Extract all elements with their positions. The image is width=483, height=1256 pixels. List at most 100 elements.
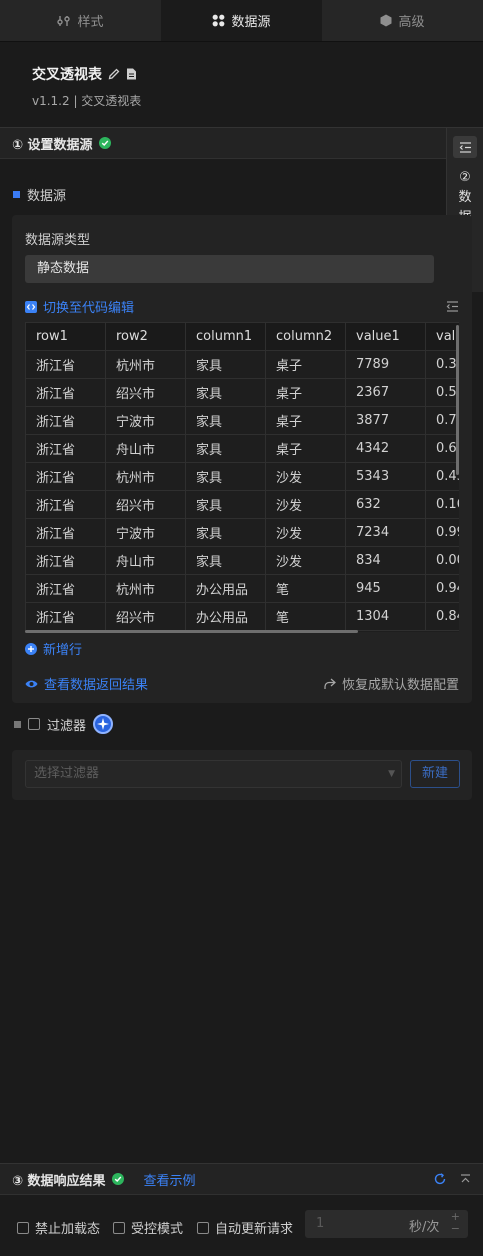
table-cell[interactable]: 杭州市 bbox=[105, 574, 186, 603]
table-horizontal-scrollbar[interactable] bbox=[25, 630, 358, 633]
table-cell[interactable]: 沙发 bbox=[265, 546, 346, 575]
table-cell[interactable]: 家具 bbox=[185, 378, 266, 407]
refresh-icon[interactable] bbox=[434, 1173, 446, 1185]
table-cell[interactable]: 宁波市 bbox=[105, 406, 186, 435]
table-cell[interactable]: 家具 bbox=[185, 490, 266, 519]
table-cell[interactable]: 桌子 bbox=[265, 350, 346, 379]
view-example-link[interactable]: 查看示例 bbox=[144, 1170, 196, 1189]
table-cell[interactable]: 浙江省 bbox=[25, 350, 106, 379]
table-cell[interactable]: 浙江省 bbox=[25, 434, 106, 463]
controlled-mode-option[interactable]: 受控模式 bbox=[113, 1218, 183, 1237]
table-cell[interactable]: 834 bbox=[345, 546, 426, 575]
table-cell[interactable]: 家具 bbox=[185, 546, 266, 575]
table-cell[interactable]: 浙江省 bbox=[25, 546, 106, 575]
table-cell[interactable]: 浙江省 bbox=[25, 602, 106, 631]
table-cell[interactable]: 绍兴市 bbox=[105, 490, 186, 519]
collapse-panel-button[interactable] bbox=[453, 136, 477, 158]
controlled-mode-checkbox[interactable] bbox=[113, 1221, 125, 1234]
table-cell[interactable]: 杭州市 bbox=[105, 462, 186, 491]
table-cell[interactable]: 家具 bbox=[185, 406, 266, 435]
table-cell[interactable]: 家具 bbox=[185, 518, 266, 547]
table-cell[interactable]: 0.43 bbox=[425, 462, 459, 491]
section-setup-title: ① 设置数据源 bbox=[12, 137, 93, 153]
auto-update-checkbox[interactable] bbox=[197, 1221, 209, 1234]
table-cell[interactable]: 浙江省 bbox=[25, 378, 106, 407]
stepper-icon[interactable]: + − bbox=[451, 1211, 460, 1235]
interval-input[interactable]: 1 秒/次 + − bbox=[305, 1210, 468, 1238]
table-cell[interactable]: 0.77 bbox=[425, 406, 459, 435]
table-cell[interactable]: 绍兴市 bbox=[105, 378, 186, 407]
tab-datasource-label: 数据源 bbox=[231, 15, 271, 30]
column-header[interactable]: value1 bbox=[345, 322, 426, 351]
view-result-link[interactable]: 查看数据返回结果 bbox=[25, 674, 148, 693]
table-cell[interactable]: 0.00 bbox=[425, 546, 459, 575]
tab-datasource[interactable]: 数据源 bbox=[161, 0, 322, 41]
document-icon[interactable] bbox=[126, 68, 137, 80]
restore-default-button[interactable]: 恢复成默认数据配置 bbox=[324, 674, 459, 693]
table-cell[interactable]: 浙江省 bbox=[25, 518, 106, 547]
table-cell[interactable]: 1304 bbox=[345, 602, 426, 631]
table-cell[interactable]: 桌子 bbox=[265, 434, 346, 463]
table-cell[interactable]: 0.34 bbox=[425, 350, 459, 379]
table-cell[interactable]: 家具 bbox=[185, 462, 266, 491]
add-row-button[interactable]: 新增行 bbox=[25, 639, 82, 658]
table-cell[interactable]: 杭州市 bbox=[105, 350, 186, 379]
datasource-type-select[interactable]: 静态数据 bbox=[25, 255, 434, 283]
indent-icon[interactable] bbox=[446, 301, 459, 312]
table-cell[interactable]: 沙发 bbox=[265, 518, 346, 547]
table-cell[interactable]: 沙发 bbox=[265, 490, 346, 519]
table-cell[interactable]: 绍兴市 bbox=[105, 602, 186, 631]
table-cell[interactable]: 家具 bbox=[185, 350, 266, 379]
response-options-bar: 禁止加载态 受控模式 自动更新请求 1 秒/次 + − bbox=[0, 1195, 483, 1256]
table-cell[interactable]: 笔 bbox=[265, 574, 346, 603]
table-cell[interactable]: 0.60 bbox=[425, 434, 459, 463]
table-cell[interactable]: 0.94 bbox=[425, 574, 459, 603]
table-cell[interactable]: 笔 bbox=[265, 602, 346, 631]
table-cell[interactable]: 浙江省 bbox=[25, 406, 106, 435]
table-cell[interactable]: 浙江省 bbox=[25, 462, 106, 491]
table-cell[interactable]: 浙江省 bbox=[25, 490, 106, 519]
table-row: 浙江省杭州市家具沙发53430.43 bbox=[25, 462, 459, 491]
collapse-up-icon[interactable] bbox=[460, 1174, 471, 1184]
table-cell[interactable]: 宁波市 bbox=[105, 518, 186, 547]
table-cell[interactable]: 家具 bbox=[185, 434, 266, 463]
table-cell[interactable]: 浙江省 bbox=[25, 574, 106, 603]
edit-icon[interactable] bbox=[108, 68, 120, 80]
table-cell[interactable]: 桌子 bbox=[265, 378, 346, 407]
filter-checkbox[interactable] bbox=[28, 718, 40, 730]
table-cell[interactable]: 舟山市 bbox=[105, 546, 186, 575]
table-cell[interactable]: 0.54 bbox=[425, 378, 459, 407]
table-cell[interactable]: 办公用品 bbox=[185, 574, 266, 603]
tab-advanced[interactable]: 高级 bbox=[322, 0, 483, 41]
auto-update-option[interactable]: 自动更新请求 bbox=[197, 1218, 293, 1237]
column-header[interactable]: value2 bbox=[425, 322, 459, 351]
table-cell[interactable]: 办公用品 bbox=[185, 602, 266, 631]
table-cell[interactable]: 4342 bbox=[345, 434, 426, 463]
column-header[interactable]: column1 bbox=[185, 322, 266, 351]
table-cell[interactable]: 0.84 bbox=[425, 602, 459, 631]
filter-select[interactable]: 选择过滤器 ▼ bbox=[25, 760, 402, 788]
static-data-table[interactable]: row1 row2 column1 column2 value1 value2 … bbox=[25, 322, 459, 632]
disable-loading-option[interactable]: 禁止加载态 bbox=[17, 1218, 100, 1237]
column-header[interactable]: column2 bbox=[265, 322, 346, 351]
table-cell[interactable]: 3877 bbox=[345, 406, 426, 435]
disable-loading-checkbox[interactable] bbox=[17, 1221, 29, 1234]
table-cell[interactable]: 7234 bbox=[345, 518, 426, 547]
table-cell[interactable]: 0.16 bbox=[425, 490, 459, 519]
table-cell[interactable]: 7789 bbox=[345, 350, 426, 379]
table-cell[interactable]: 0.99 bbox=[425, 518, 459, 547]
new-filter-button[interactable]: 新建 bbox=[410, 760, 460, 788]
table-cell[interactable]: 桌子 bbox=[265, 406, 346, 435]
column-header[interactable]: row1 bbox=[25, 322, 106, 351]
table-cell[interactable]: 沙发 bbox=[265, 462, 346, 491]
column-header[interactable]: row2 bbox=[105, 322, 186, 351]
table-vertical-scrollbar[interactable] bbox=[456, 325, 459, 475]
sparkle-ai-icon[interactable] bbox=[93, 714, 114, 734]
table-cell[interactable]: 舟山市 bbox=[105, 434, 186, 463]
table-cell[interactable]: 632 bbox=[345, 490, 426, 519]
table-cell[interactable]: 2367 bbox=[345, 378, 426, 407]
table-cell[interactable]: 945 bbox=[345, 574, 426, 603]
tab-style[interactable]: 样式 bbox=[0, 0, 161, 41]
table-cell[interactable]: 5343 bbox=[345, 462, 426, 491]
switch-code-edit-link[interactable]: 切换至代码编辑 bbox=[25, 297, 134, 316]
